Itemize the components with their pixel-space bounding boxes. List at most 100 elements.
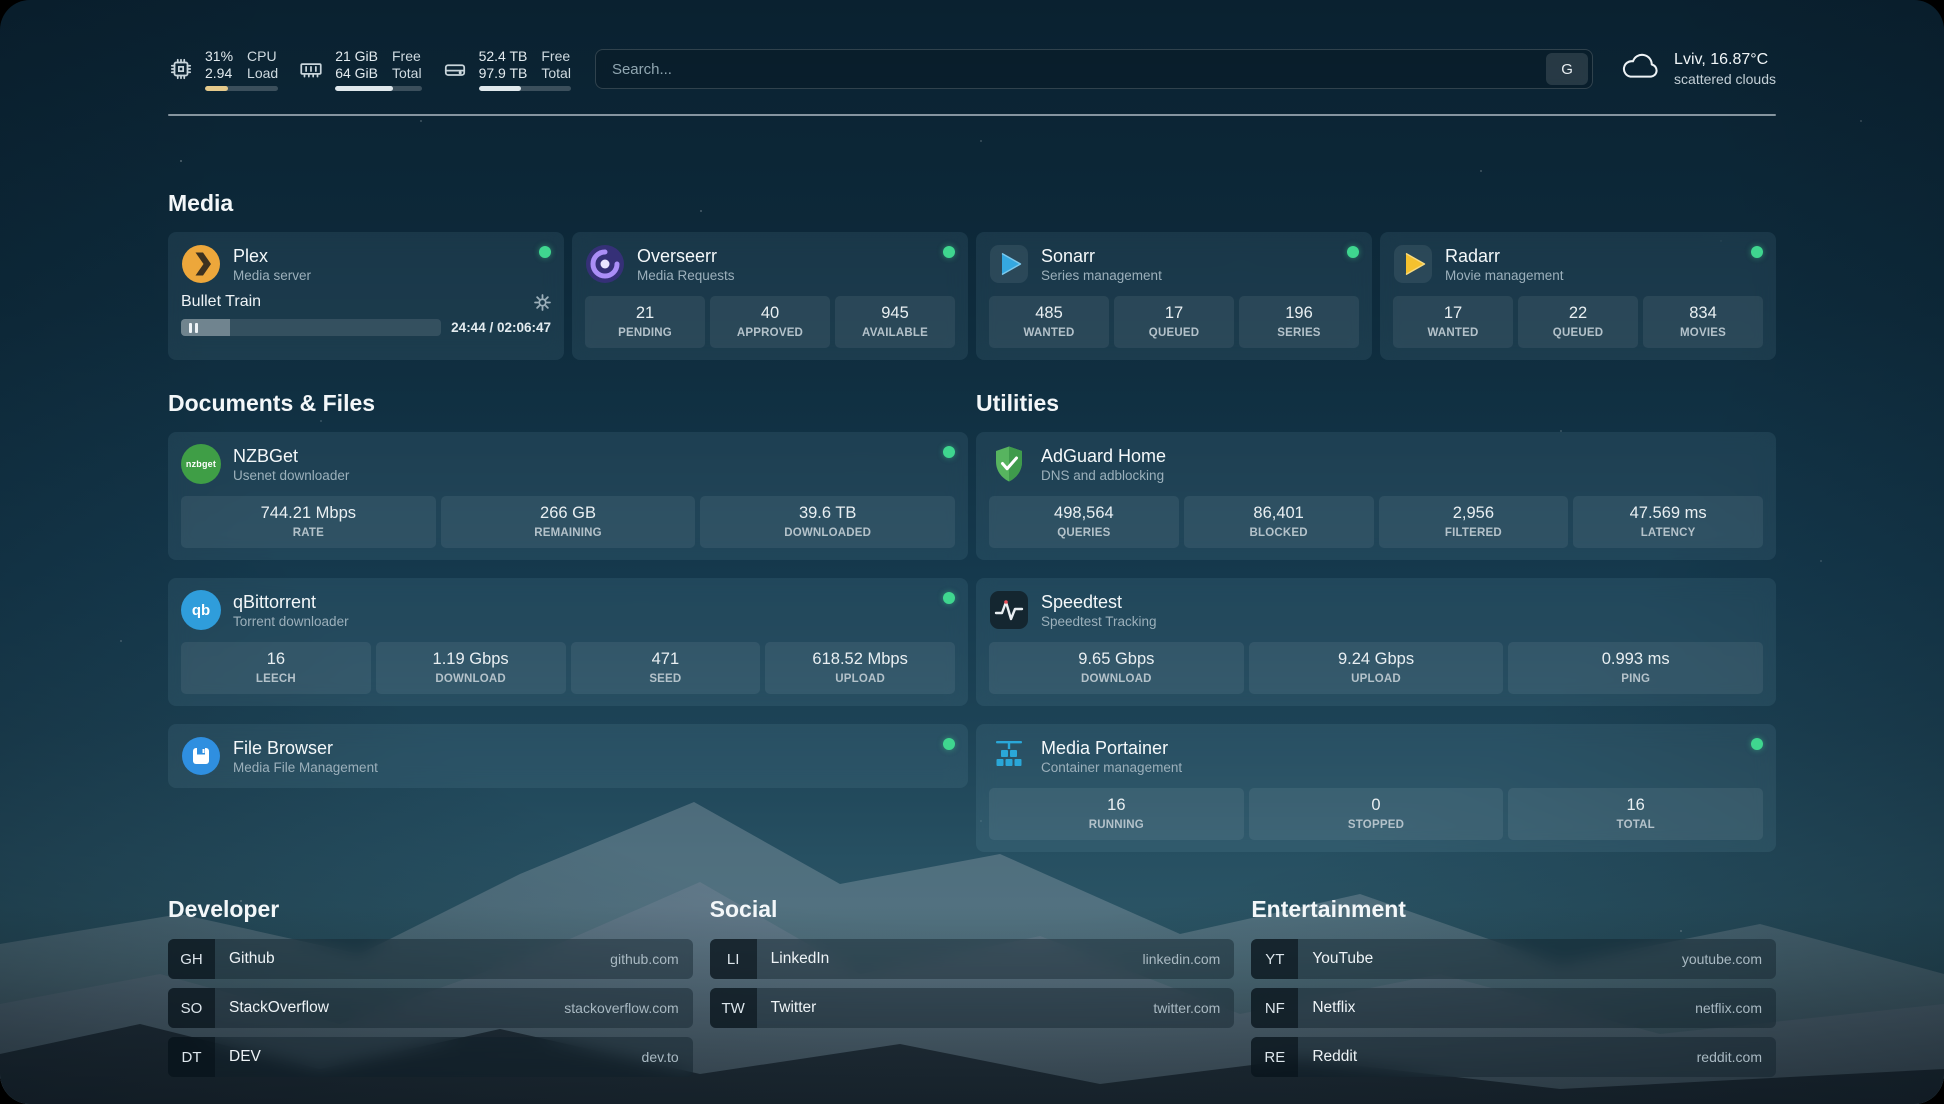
bookmark-netflix[interactable]: NF Netflix netflix.com xyxy=(1251,988,1776,1028)
bookmark-stackoverflow[interactable]: SO StackOverflow stackoverflow.com xyxy=(168,988,693,1028)
search-input[interactable] xyxy=(612,61,1546,78)
stat-value: 498,564 xyxy=(993,503,1175,524)
playback-time: 24:44 / 02:06:47 xyxy=(451,320,551,335)
service-desc: Series management xyxy=(1041,267,1162,284)
stat-box: 485 WANTED xyxy=(989,296,1109,348)
stat-box: 9.65 Gbps DOWNLOAD xyxy=(989,642,1244,694)
service-name: qBittorrent xyxy=(233,591,349,613)
service-card-speedtest[interactable]: Speedtest Speedtest Tracking 9.65 Gbps D… xyxy=(976,578,1776,706)
service-card-portainer[interactable]: Media Portainer Container management 16 … xyxy=(976,724,1776,852)
disk-progress-bar xyxy=(479,86,571,91)
bookmark-abbr: GH xyxy=(168,939,215,979)
bookmark-dev[interactable]: DT DEV dev.to xyxy=(168,1037,693,1077)
cpu-usage-value: 31% xyxy=(205,48,233,65)
cpu-icon xyxy=(168,56,194,82)
stat-value: 266 GB xyxy=(445,503,692,524)
bookmark-youtube[interactable]: YT YouTube youtube.com xyxy=(1251,939,1776,979)
stat-label: AVAILABLE xyxy=(839,326,951,340)
stat-value: 744.21 Mbps xyxy=(185,503,432,524)
memory-progress-bar xyxy=(335,86,421,91)
stat-label: LEECH xyxy=(185,672,367,686)
stat-label: QUEUED xyxy=(1522,326,1634,340)
bookmark-name: LinkedIn xyxy=(771,950,830,968)
stat-value: 40 xyxy=(714,303,826,324)
bookmark-reddit[interactable]: RE Reddit reddit.com xyxy=(1251,1037,1776,1077)
status-dot xyxy=(943,246,955,258)
stat-box: 834 MOVIES xyxy=(1643,296,1763,348)
service-card-sonarr[interactable]: Sonarr Series management 485 WANTED 17 Q… xyxy=(976,232,1372,360)
pause-icon[interactable] xyxy=(189,323,198,333)
stat-value: 0.993 ms xyxy=(1512,649,1759,670)
cpu-progress-bar xyxy=(205,86,278,91)
bookmark-name: DEV xyxy=(229,1048,261,1066)
stat-label: APPROVED xyxy=(714,326,826,340)
stat-label: BLOCKED xyxy=(1188,526,1370,540)
service-card-nzbget[interactable]: nzbget NZBGet Usenet downloader 744.21 M… xyxy=(168,432,968,560)
stat-box: 21 PENDING xyxy=(585,296,705,348)
memory-free-value: 21 GiB xyxy=(335,48,378,65)
service-card-filebrowser[interactable]: File Browser Media File Management xyxy=(168,724,968,788)
service-card-plex[interactable]: Plex Media server Bullet Train xyxy=(168,232,564,360)
service-desc: Torrent downloader xyxy=(233,613,349,630)
stat-box: 0 STOPPED xyxy=(1249,788,1504,840)
bookmark-abbr: RE xyxy=(1251,1037,1298,1077)
stat-box: 16 TOTAL xyxy=(1508,788,1763,840)
social-section-title: Social xyxy=(710,894,1235,924)
bookmark-abbr: NF xyxy=(1251,988,1298,1028)
gear-icon[interactable] xyxy=(534,294,551,311)
memory-total-label: Total xyxy=(392,65,422,82)
stat-label: PING xyxy=(1512,672,1759,686)
stat-label: UPLOAD xyxy=(769,672,951,686)
status-dot xyxy=(943,446,955,458)
disk-icon xyxy=(442,56,468,82)
stat-label: LATENCY xyxy=(1577,526,1759,540)
stars-and-snow xyxy=(0,0,2,2)
stat-value: 834 xyxy=(1647,303,1759,324)
section-media: Media Plex Media server xyxy=(168,188,1776,360)
stat-label: FILTERED xyxy=(1383,526,1565,540)
stat-value: 9.65 Gbps xyxy=(993,649,1240,670)
stat-value: 86,401 xyxy=(1188,503,1370,524)
cloud-icon xyxy=(1619,51,1661,88)
memory-total-value: 64 GiB xyxy=(335,65,378,82)
bookmark-domain: twitter.com xyxy=(1153,1000,1220,1016)
stat-box: 498,564 QUERIES xyxy=(989,496,1179,548)
bookmark-twitter[interactable]: TW Twitter twitter.com xyxy=(710,988,1235,1028)
service-card-adguard[interactable]: AdGuard Home DNS and adblocking 498,564 … xyxy=(976,432,1776,560)
disk-widget: 52.4 TB Free 97.9 TB Total xyxy=(442,48,571,91)
bookmark-group-social: Social LI LinkedIn linkedin.com TW Twitt… xyxy=(710,894,1235,1077)
search-provider-button[interactable]: G xyxy=(1546,53,1588,85)
stat-box: 17 WANTED xyxy=(1393,296,1513,348)
service-name: NZBGet xyxy=(233,445,349,467)
bookmark-github[interactable]: GH Github github.com xyxy=(168,939,693,979)
stat-value: 0 xyxy=(1253,795,1500,816)
memory-icon xyxy=(298,56,324,82)
bookmark-abbr: DT xyxy=(168,1037,215,1077)
stat-box: 744.21 Mbps RATE xyxy=(181,496,436,548)
dashboard-screen: 31% CPU 2.94 Load xyxy=(0,0,1944,1104)
status-dot xyxy=(1751,738,1763,750)
service-card-overseerr[interactable]: Overseerr Media Requests 21 PENDING 40 A… xyxy=(572,232,968,360)
cpu-usage-label: CPU xyxy=(247,48,278,65)
weather-condition: scattered clouds xyxy=(1674,70,1776,88)
service-desc: Media File Management xyxy=(233,759,378,776)
service-card-qbittorrent[interactable]: qb qBittorrent Torrent downloader 16 xyxy=(168,578,968,706)
service-card-radarr[interactable]: Radarr Movie management 17 WANTED 22 QUE… xyxy=(1380,232,1776,360)
stat-label: QUEUED xyxy=(1118,326,1230,340)
memory-free-label: Free xyxy=(392,48,422,65)
nzbget-icon: nzbget xyxy=(181,444,221,484)
stat-value: 196 xyxy=(1243,303,1355,324)
playback-progress-bar[interactable] xyxy=(181,319,441,336)
stat-value: 17 xyxy=(1118,303,1230,324)
stat-label: WANTED xyxy=(1397,326,1509,340)
disk-free-label: Free xyxy=(541,48,571,65)
stat-label: PENDING xyxy=(589,326,701,340)
bookmark-abbr: YT xyxy=(1251,939,1298,979)
overseerr-icon xyxy=(585,244,625,284)
radarr-icon xyxy=(1393,244,1433,284)
stat-box: 9.24 Gbps UPLOAD xyxy=(1249,642,1504,694)
stat-value: 39.6 TB xyxy=(704,503,951,524)
bookmark-name: Github xyxy=(229,950,275,968)
cpu-load-value: 2.94 xyxy=(205,65,233,82)
bookmark-linkedin[interactable]: LI LinkedIn linkedin.com xyxy=(710,939,1235,979)
